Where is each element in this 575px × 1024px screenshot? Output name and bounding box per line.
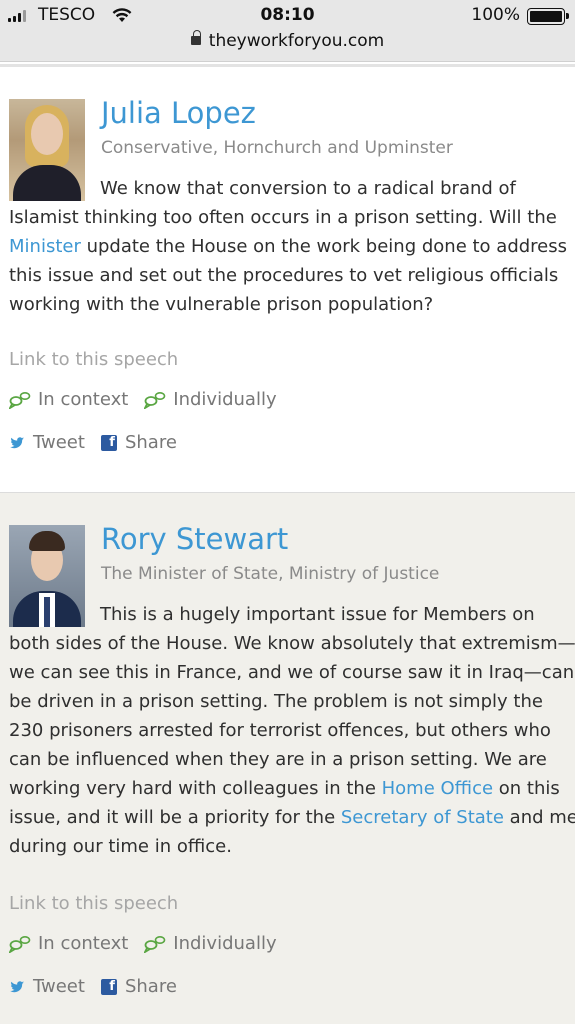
- speaker-role: Conservative, Hornchurch and Upminster: [101, 138, 453, 158]
- speech-text: This is a hugely important issue for Mem…: [9, 604, 575, 857]
- speech-block: Rory Stewart The Minister of State, Mini…: [0, 492, 575, 1024]
- speaker-role: The Minister of State, Ministry of Justi…: [101, 564, 440, 584]
- in-context-link[interactable]: In context: [9, 933, 128, 954]
- secretary-of-state-link[interactable]: Secretary of State: [341, 807, 504, 828]
- speaker-name-link[interactable]: Rory Stewart: [101, 522, 288, 556]
- speech-text: We know that conversion to a radical bra…: [9, 178, 568, 315]
- link-to-speech[interactable]: Link to this speech: [9, 893, 178, 914]
- social-actions: Tweet f Share: [9, 432, 193, 453]
- context-actions: In context Individually: [9, 389, 293, 410]
- speech-bubbles-icon: [144, 935, 166, 953]
- battery-icon: [527, 8, 569, 25]
- link-to-speech[interactable]: Link to this speech: [9, 349, 178, 370]
- share-button[interactable]: f Share: [100, 432, 177, 453]
- twitter-bird-icon: [10, 436, 24, 448]
- speech-bubbles-icon: [9, 391, 31, 409]
- context-actions: In context Individually: [9, 933, 293, 954]
- battery-percentage: 100%: [471, 5, 520, 25]
- browser-top-bar: TESCO 08:10 100% theyworkforyou.com: [0, 0, 575, 62]
- tweet-button[interactable]: Tweet: [9, 432, 85, 453]
- facebook-icon: f: [100, 978, 117, 995]
- tweet-button[interactable]: Tweet: [9, 976, 85, 997]
- speech-block: Julia Lopez Conservative, Hornchurch and…: [0, 64, 575, 492]
- speaker-name-link[interactable]: Julia Lopez: [101, 96, 256, 130]
- individually-link[interactable]: Individually: [144, 389, 277, 410]
- speech-bubbles-icon: [144, 391, 166, 409]
- speech-bubbles-icon: [9, 935, 31, 953]
- minister-link[interactable]: Minister: [9, 236, 81, 257]
- individually-link[interactable]: Individually: [144, 933, 277, 954]
- status-bar: TESCO 08:10 100%: [0, 4, 575, 28]
- social-actions: Tweet f Share: [9, 976, 193, 997]
- lock-icon: [190, 30, 201, 45]
- share-button[interactable]: f Share: [100, 976, 177, 997]
- url-text: theyworkforyou.com: [208, 31, 385, 51]
- home-office-link[interactable]: Home Office: [382, 778, 493, 799]
- in-context-link[interactable]: In context: [9, 389, 128, 410]
- address-bar[interactable]: theyworkforyou.com: [0, 30, 575, 51]
- facebook-icon: f: [100, 434, 117, 451]
- twitter-bird-icon: [10, 980, 24, 992]
